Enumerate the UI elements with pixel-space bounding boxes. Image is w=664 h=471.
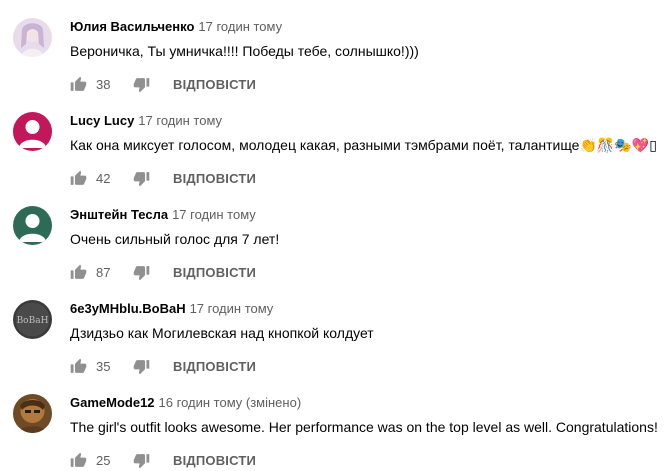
avatar[interactable] <box>13 394 52 433</box>
reply-button[interactable]: ВІДПОВІСТИ <box>173 265 256 280</box>
comment-author[interactable]: 6e3yMHblu.BoBaH <box>70 301 186 316</box>
comment-actions: 38 ВІДПОВІСТИ <box>68 74 256 94</box>
dislike-button[interactable] <box>131 262 151 282</box>
comment-item: BoBaH 6e3yMHblu.BoBaH 17 годин тому Дзидз… <box>0 286 664 376</box>
reply-button[interactable]: ВІДПОВІСТИ <box>173 77 256 92</box>
comment-actions: 42 ВІДПОВІСТИ <box>68 168 256 188</box>
thumbs-down-icon <box>133 265 149 280</box>
comment-item: GameMode12 16 годин тому (змінено) The gi… <box>0 380 664 470</box>
comment-author[interactable]: GameMode12 <box>70 395 155 410</box>
reply-button[interactable]: ВІДПОВІСТИ <box>173 359 256 374</box>
comment-author[interactable]: Юлия Васильченко <box>70 19 194 34</box>
avatar[interactable] <box>13 112 52 151</box>
comment-actions: 25 ВІДПОВІСТИ <box>68 450 256 470</box>
like-count: 25 <box>96 452 111 468</box>
comment-item: Юлия Васильченко 17 годин тому Вероничка,… <box>0 4 664 94</box>
dislike-button[interactable] <box>131 74 151 94</box>
like-button[interactable] <box>68 168 88 188</box>
like-count: 35 <box>96 358 111 374</box>
thumbs-down-icon <box>133 359 149 374</box>
thumbs-down-icon <box>133 453 149 468</box>
thumbs-up-icon <box>70 452 86 467</box>
avatar-text: BoBaH <box>17 316 49 326</box>
comment-header: Юлия Васильченко 17 годин тому <box>70 18 282 36</box>
dislike-button[interactable] <box>131 168 151 188</box>
comment-text: Как она миксует голосом, молодец какая, … <box>70 137 657 153</box>
thumbs-up-icon <box>70 264 86 279</box>
comment-time[interactable]: 17 годин тому <box>138 113 222 128</box>
comment-actions: 35 ВІДПОВІСТИ <box>68 356 256 376</box>
avatar[interactable] <box>13 206 52 245</box>
reply-button[interactable]: ВІДПОВІСТИ <box>173 171 256 186</box>
like-button[interactable] <box>68 450 88 470</box>
comment-actions: 87 ВІДПОВІСТИ <box>68 262 256 282</box>
like-count: 42 <box>96 170 111 186</box>
comment-time[interactable]: 17 годин тому <box>198 19 282 34</box>
like-button[interactable] <box>68 74 88 94</box>
thumbs-up-icon <box>70 76 86 91</box>
thumbs-down-icon <box>133 171 149 186</box>
dislike-button[interactable] <box>131 356 151 376</box>
thumbs-up-icon <box>70 170 86 185</box>
comment-text: Вероничка, Ты умничка!!!! Победы тебе, с… <box>70 43 419 59</box>
like-count: 38 <box>96 76 111 92</box>
like-count: 87 <box>96 264 111 280</box>
comment-item: Lucy Lucy 17 годин тому Как она миксует г… <box>0 98 664 188</box>
like-button[interactable] <box>68 356 88 376</box>
comment-author[interactable]: Lucy Lucy <box>70 113 134 128</box>
comment-header: Энштейн Тесла 17 годин тому <box>70 206 256 224</box>
comment-text: Дзидзьо как Могилевская над кнопкой колд… <box>70 325 374 341</box>
thumbs-up-icon <box>70 358 86 373</box>
comment-time[interactable]: 17 годин тому <box>190 301 274 316</box>
comment-item: Энштейн Тесла 17 годин тому Очень сильный… <box>0 192 664 282</box>
thumbs-down-icon <box>133 77 149 92</box>
comment-text: Очень сильный голос для 7 лет! <box>70 231 280 247</box>
like-button[interactable] <box>68 262 88 282</box>
comment-header: Lucy Lucy 17 годин тому <box>70 112 222 130</box>
comment-time[interactable]: 16 годин тому (змінено) <box>159 395 302 410</box>
avatar[interactable] <box>13 18 52 57</box>
comment-header: 6e3yMHblu.BoBaH 17 годин тому <box>70 300 273 318</box>
dislike-button[interactable] <box>131 450 151 470</box>
comment-header: GameMode12 16 годин тому (змінено) <box>70 394 301 412</box>
comment-text: The girl's outfit looks awesome. Her per… <box>70 419 658 435</box>
comment-author[interactable]: Энштейн Тесла <box>70 207 168 222</box>
comment-time[interactable]: 17 годин тому <box>172 207 256 222</box>
avatar[interactable]: BoBaH <box>13 300 52 339</box>
reply-button[interactable]: ВІДПОВІСТИ <box>173 453 256 468</box>
comments-section: Юлия Васильченко 17 годин тому Вероничка,… <box>0 0 664 471</box>
